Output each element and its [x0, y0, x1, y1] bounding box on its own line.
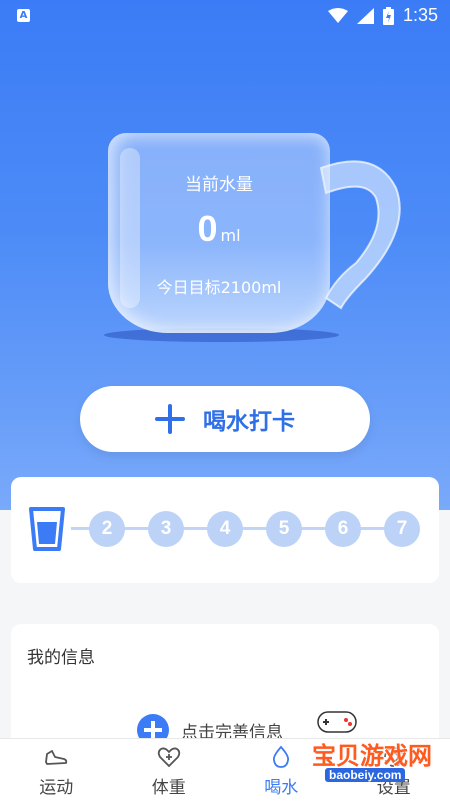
current-water-amount: 0ml — [108, 208, 330, 250]
water-amount-unit: ml — [221, 226, 241, 245]
nav-label-sport: 运动 — [0, 773, 113, 798]
app-notification-icon: A — [17, 9, 30, 22]
status-bar: A 1:35 — [0, 0, 450, 32]
battery-icon — [383, 7, 394, 25]
daily-goal: 今日目标2100ml — [108, 274, 330, 298]
status-right: 1:35 — [328, 5, 438, 26]
current-water-label: 当前水量 — [108, 170, 330, 195]
watermark-domain: baobeiy.com — [325, 768, 405, 782]
watermark: 宝贝游戏网 baobeiy.com — [292, 706, 432, 786]
wifi-icon — [328, 8, 348, 24]
heart-plus-icon — [157, 745, 181, 769]
water-drop-icon — [269, 745, 293, 769]
water-glass-icon — [28, 506, 66, 552]
gamepad-icon — [314, 706, 360, 736]
cup-progress-card: 2 3 4 5 6 7 — [11, 477, 439, 583]
nav-label-weight: 体重 — [113, 773, 226, 798]
cup-step-2[interactable]: 2 — [89, 511, 125, 547]
drink-checkin-button[interactable]: 喝水打卡 — [80, 386, 370, 452]
water-amount-value: 0 — [197, 208, 217, 249]
plus-icon — [155, 404, 185, 434]
cup-step-5[interactable]: 5 — [266, 511, 302, 547]
water-cup: 当前水量 0ml 今日目标2100ml — [96, 128, 406, 348]
status-time: 1:35 — [403, 5, 438, 26]
nav-item-sport[interactable]: 运动 — [0, 739, 113, 801]
watermark-brand: 宝贝游戏网 — [312, 736, 432, 771]
cup-step-3[interactable]: 3 — [148, 511, 184, 547]
nav-item-weight[interactable]: 体重 — [113, 739, 226, 801]
shoe-icon — [44, 745, 68, 769]
my-info-title: 我的信息 — [27, 643, 95, 668]
signal-icon — [357, 8, 374, 24]
checkin-label: 喝水打卡 — [203, 402, 295, 436]
cup-step-7[interactable]: 7 — [384, 511, 420, 547]
cup-step-4[interactable]: 4 — [207, 511, 243, 547]
cup-step-6[interactable]: 6 — [325, 511, 361, 547]
